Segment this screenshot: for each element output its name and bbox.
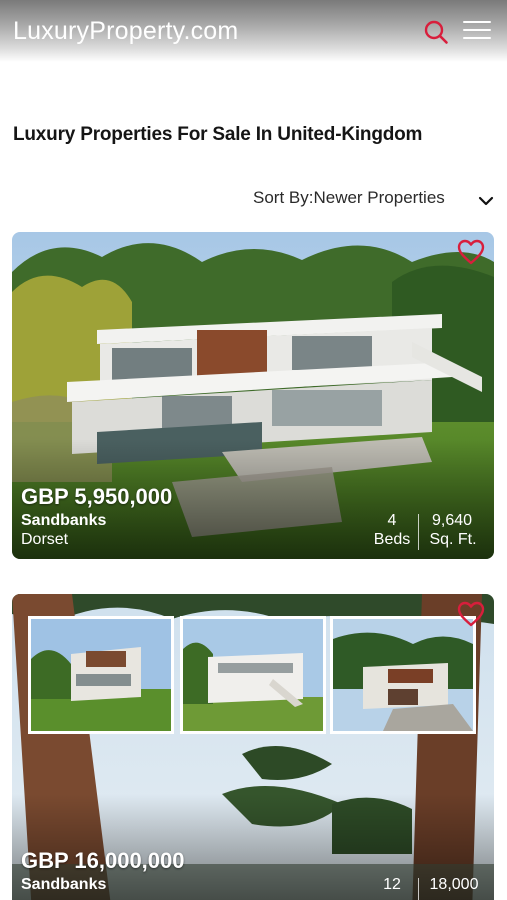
listing-price: GBP 16,000,000	[21, 848, 185, 873]
listing-price: GBP 5,950,000	[21, 484, 173, 509]
listing-region: Dorset	[21, 531, 69, 548]
beds-count: 12	[383, 876, 401, 893]
listing-card[interactable]: GBP 5,950,000 Sandbanks Dorset 4 Beds 9,…	[12, 232, 494, 559]
hamburger-menu-icon	[463, 21, 491, 23]
stat-divider	[418, 514, 419, 550]
area-value: 9,640	[431, 512, 473, 529]
listing-card[interactable]: GBP 16,000,000 Sandbanks 12 18,000	[12, 594, 494, 900]
app-header: LuxuryProperty.com	[0, 0, 507, 62]
favorite-button[interactable]	[457, 239, 485, 265]
favorite-button[interactable]	[457, 601, 485, 627]
heart-outline-icon	[457, 601, 485, 627]
area-label: Sq. Ft.	[429, 531, 477, 548]
heart-outline-icon	[457, 239, 485, 265]
site-logo[interactable]: LuxuryProperty.com	[13, 17, 238, 46]
page-title: Luxury Properties For Sale In United-Kin…	[13, 124, 423, 145]
search-button[interactable]	[423, 19, 449, 45]
gallery-thumbnail[interactable]	[28, 616, 174, 734]
stat-divider	[418, 878, 419, 900]
chevron-down-icon[interactable]	[478, 194, 494, 206]
beds-label: Beds	[373, 531, 411, 548]
sort-dropdown[interactable]: Sort By:Newer Properties	[253, 188, 445, 208]
listing-city: Sandbanks	[21, 512, 107, 529]
listing-city: Sandbanks	[21, 876, 107, 893]
area-value: 18,000	[429, 876, 479, 893]
gallery-thumbnail[interactable]	[180, 616, 326, 734]
beds-count: 4	[387, 512, 397, 529]
search-icon	[424, 20, 448, 44]
menu-button[interactable]	[463, 21, 491, 41]
gallery-thumbnail[interactable]	[330, 616, 476, 734]
